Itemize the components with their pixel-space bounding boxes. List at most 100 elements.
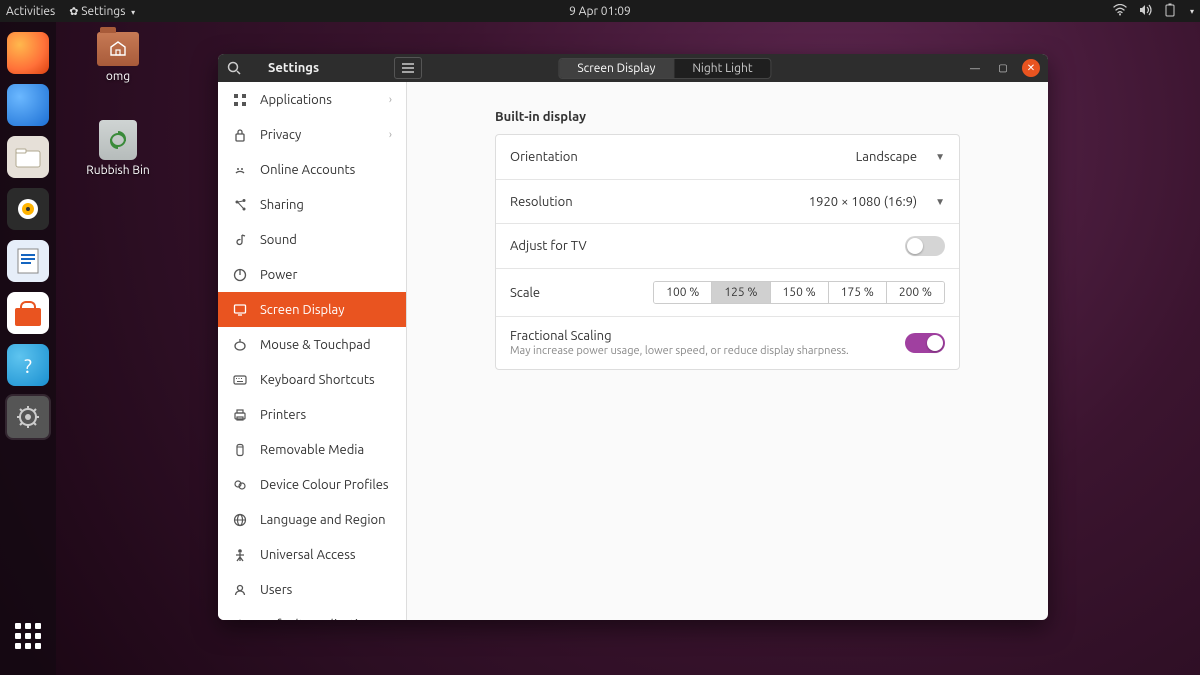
sidebar-icon xyxy=(232,442,248,458)
sidebar-icon xyxy=(232,127,248,143)
adjust-tv-toggle[interactable] xyxy=(905,236,945,256)
scale-option-100[interactable]: 100 % xyxy=(654,282,711,303)
desktop-icon-label: Rubbish Bin xyxy=(78,164,158,177)
sidebar-item-applications[interactable]: Applications › xyxy=(218,82,406,117)
sidebar-icon xyxy=(232,267,248,283)
orientation-label: Orientation xyxy=(510,150,578,164)
sidebar-item-label: Keyboard Shortcuts xyxy=(260,373,375,387)
sidebar-item-privacy[interactable]: Privacy› xyxy=(218,117,406,152)
dock-software[interactable] xyxy=(7,292,49,334)
sidebar-item-label: Online Accounts xyxy=(260,163,355,177)
fractional-sub: May increase power usage, lower speed, o… xyxy=(510,345,849,357)
window-title: Settings xyxy=(250,61,390,75)
tab-night-light[interactable]: Night Light xyxy=(673,59,770,78)
activities-button[interactable]: Activities xyxy=(6,5,55,18)
row-adjust-tv: Adjust for TV xyxy=(496,223,959,268)
sidebar-icon xyxy=(232,547,248,563)
sidebar-icon xyxy=(232,337,248,353)
sidebar-icon xyxy=(232,372,248,388)
dock-firefox[interactable] xyxy=(7,32,49,74)
section-title: Built-in display xyxy=(495,110,960,124)
trash-icon xyxy=(99,120,137,160)
sidebar-item-sharing[interactable]: Sharing xyxy=(218,187,406,222)
fractional-label: Fractional Scaling xyxy=(510,329,849,343)
sidebar-item-printers[interactable]: Printers xyxy=(218,397,406,432)
sidebar-item-label: Language and Region xyxy=(260,513,386,527)
sidebar-item-label: Applications xyxy=(260,93,332,107)
desktop-rubbish-bin[interactable]: Rubbish Bin xyxy=(78,120,158,177)
system-menu-chevron-icon[interactable]: ▾ xyxy=(1190,7,1194,16)
desktop-folder-omg[interactable]: omg xyxy=(78,32,158,83)
search-button[interactable] xyxy=(218,54,250,82)
row-resolution[interactable]: Resolution 1920 × 1080 (16:9) ▼ xyxy=(496,179,959,223)
sidebar-item-sound[interactable]: Sound xyxy=(218,222,406,257)
clock[interactable]: 9 Apr 01:09 xyxy=(569,5,631,18)
sidebar-item-users[interactable]: Users xyxy=(218,572,406,607)
top-bar: Activities ✿ Settings ▾ 9 Apr 01:09 ▾ xyxy=(0,0,1200,22)
dock-rhythmbox[interactable] xyxy=(7,188,49,230)
sidebar-icon xyxy=(232,512,248,528)
tab-screen-display[interactable]: Screen Display xyxy=(559,59,673,78)
sidebar-item-label: Screen Display xyxy=(260,303,344,317)
fractional-toggle[interactable] xyxy=(905,333,945,353)
scale-option-175[interactable]: 175 % xyxy=(828,282,886,303)
dock-thunderbird[interactable] xyxy=(7,84,49,126)
settings-sidebar: Applications › Privacy› Online Accounts Shar… xyxy=(218,82,407,620)
sidebar-item-screen-display[interactable]: Screen Display xyxy=(218,292,406,327)
hamburger-menu[interactable] xyxy=(394,57,422,79)
scale-option-125[interactable]: 125 % xyxy=(711,282,769,303)
sidebar-item-online-accounts[interactable]: Online Accounts xyxy=(218,152,406,187)
sidebar-item-label: Default Applications xyxy=(260,618,379,621)
chevron-down-icon: ▾ xyxy=(131,8,135,17)
orientation-value: Landscape xyxy=(856,150,917,164)
sidebar-item-label: Power xyxy=(260,268,297,282)
settings-window: Settings Screen Display Night Light — ▢ … xyxy=(218,54,1048,620)
sidebar-icon xyxy=(232,162,248,178)
dock-settings[interactable] xyxy=(7,396,49,438)
battery-icon[interactable] xyxy=(1165,3,1175,20)
sidebar-icon xyxy=(232,582,248,598)
minimize-button[interactable]: — xyxy=(966,59,984,77)
dock-show-apps[interactable] xyxy=(7,615,49,657)
sidebar-item-power[interactable]: Power xyxy=(218,257,406,292)
sidebar-item-language-and-region[interactable]: Language and Region xyxy=(218,502,406,537)
app-menu[interactable]: ✿ Settings ▾ xyxy=(69,5,135,18)
scale-label: Scale xyxy=(510,286,540,300)
sidebar-item-device-colour-profiles[interactable]: Device Colour Profiles xyxy=(218,467,406,502)
scale-option-200[interactable]: 200 % xyxy=(886,282,944,303)
desktop-icon-label: omg xyxy=(78,70,158,83)
resolution-value: 1920 × 1080 (16:9) xyxy=(809,195,917,209)
resolution-label: Resolution xyxy=(510,195,573,209)
sidebar-item-keyboard-shortcuts[interactable]: Keyboard Shortcuts xyxy=(218,362,406,397)
sidebar-item-label: Universal Access xyxy=(260,548,355,562)
sidebar-item-label: Mouse & Touchpad xyxy=(260,338,371,352)
dock-files[interactable] xyxy=(7,136,49,178)
close-button[interactable]: ✕ xyxy=(1022,59,1040,77)
sidebar-icon xyxy=(232,302,248,318)
network-icon[interactable] xyxy=(1113,4,1127,19)
sidebar-item-default-applications[interactable]: Default Applications xyxy=(218,607,406,620)
sidebar-icon xyxy=(232,232,248,248)
row-orientation[interactable]: Orientation Landscape ▼ xyxy=(496,135,959,179)
content-area: Built-in display Orientation Landscape ▼… xyxy=(407,82,1048,620)
dock-help[interactable]: ? xyxy=(7,344,49,386)
dock-libreoffice-writer[interactable] xyxy=(7,240,49,282)
scale-segmented: 100 %125 %150 %175 %200 % xyxy=(653,281,945,304)
titlebar[interactable]: Settings Screen Display Night Light — ▢ … xyxy=(218,54,1048,82)
sidebar-icon xyxy=(232,92,248,108)
sidebar-icon xyxy=(232,407,248,423)
sidebar-item-label: Privacy xyxy=(260,128,301,142)
sidebar-item-label: Device Colour Profiles xyxy=(260,478,389,492)
sidebar-item-universal-access[interactable]: Universal Access xyxy=(218,537,406,572)
maximize-button[interactable]: ▢ xyxy=(994,59,1012,77)
scale-option-150[interactable]: 150 % xyxy=(770,282,828,303)
sidebar-item-mouse-touchpad[interactable]: Mouse & Touchpad xyxy=(218,327,406,362)
sidebar-item-removable-media[interactable]: Removable Media xyxy=(218,432,406,467)
chevron-right-icon: › xyxy=(389,94,392,106)
volume-icon[interactable] xyxy=(1139,4,1153,19)
dock: ? xyxy=(0,22,56,675)
sidebar-icon xyxy=(232,617,248,621)
app-menu-label: Settings xyxy=(81,5,125,18)
view-switcher: Screen Display Night Light xyxy=(558,58,771,79)
sidebar-item-label: Sharing xyxy=(260,198,304,212)
